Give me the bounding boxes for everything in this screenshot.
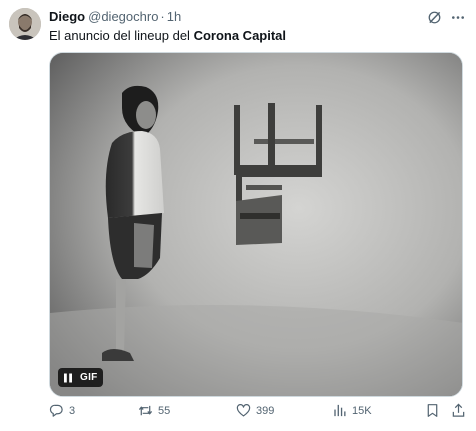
tweet-header: Diego @diegochro · 1h [49,9,181,25]
gif-frame [50,53,462,396]
share-button[interactable] [451,403,466,418]
separator-dot: · [160,9,165,24]
tweet-text-bold: Corona Capital [193,28,287,43]
gif-badge[interactable]: GIF [58,368,103,387]
retweet-icon [138,405,153,416]
tweet-text: El anuncio del lineup del Corona Capital [49,27,286,44]
avatar[interactable] [9,8,41,40]
like-button[interactable]: 399 [236,403,274,418]
bookmark-button[interactable] [425,403,440,418]
author-name[interactable]: Diego [49,9,85,24]
views-icon [334,404,346,417]
pause-icon[interactable] [62,372,74,384]
gif-label: GIF [80,372,98,383]
views-count: 15K [352,404,372,417]
action-bar: 3 55 399 15K [49,403,467,423]
gif-media[interactable]: GIF [49,52,463,397]
author-handle[interactable]: @diegochro [88,9,158,24]
tweet-card[interactable]: Diego @diegochro · 1h El anuncio del lineup… [0,0,476,431]
retweet-button[interactable]: 55 [138,403,170,418]
timestamp[interactable]: 1h [167,9,181,24]
views-button[interactable]: 15K [332,403,372,418]
reply-icon [49,404,63,417]
reply-count: 3 [69,404,76,417]
tweet-text-prefix: El anuncio del lineup del [49,28,194,43]
bookmark-icon [427,404,438,417]
reply-button[interactable]: 3 [49,403,75,418]
more-icon[interactable] [449,10,467,25]
share-icon [452,403,465,417]
heart-icon [236,403,251,417]
like-count: 399 [256,404,275,417]
retweet-count: 55 [158,404,171,417]
grok-icon[interactable] [427,10,442,25]
